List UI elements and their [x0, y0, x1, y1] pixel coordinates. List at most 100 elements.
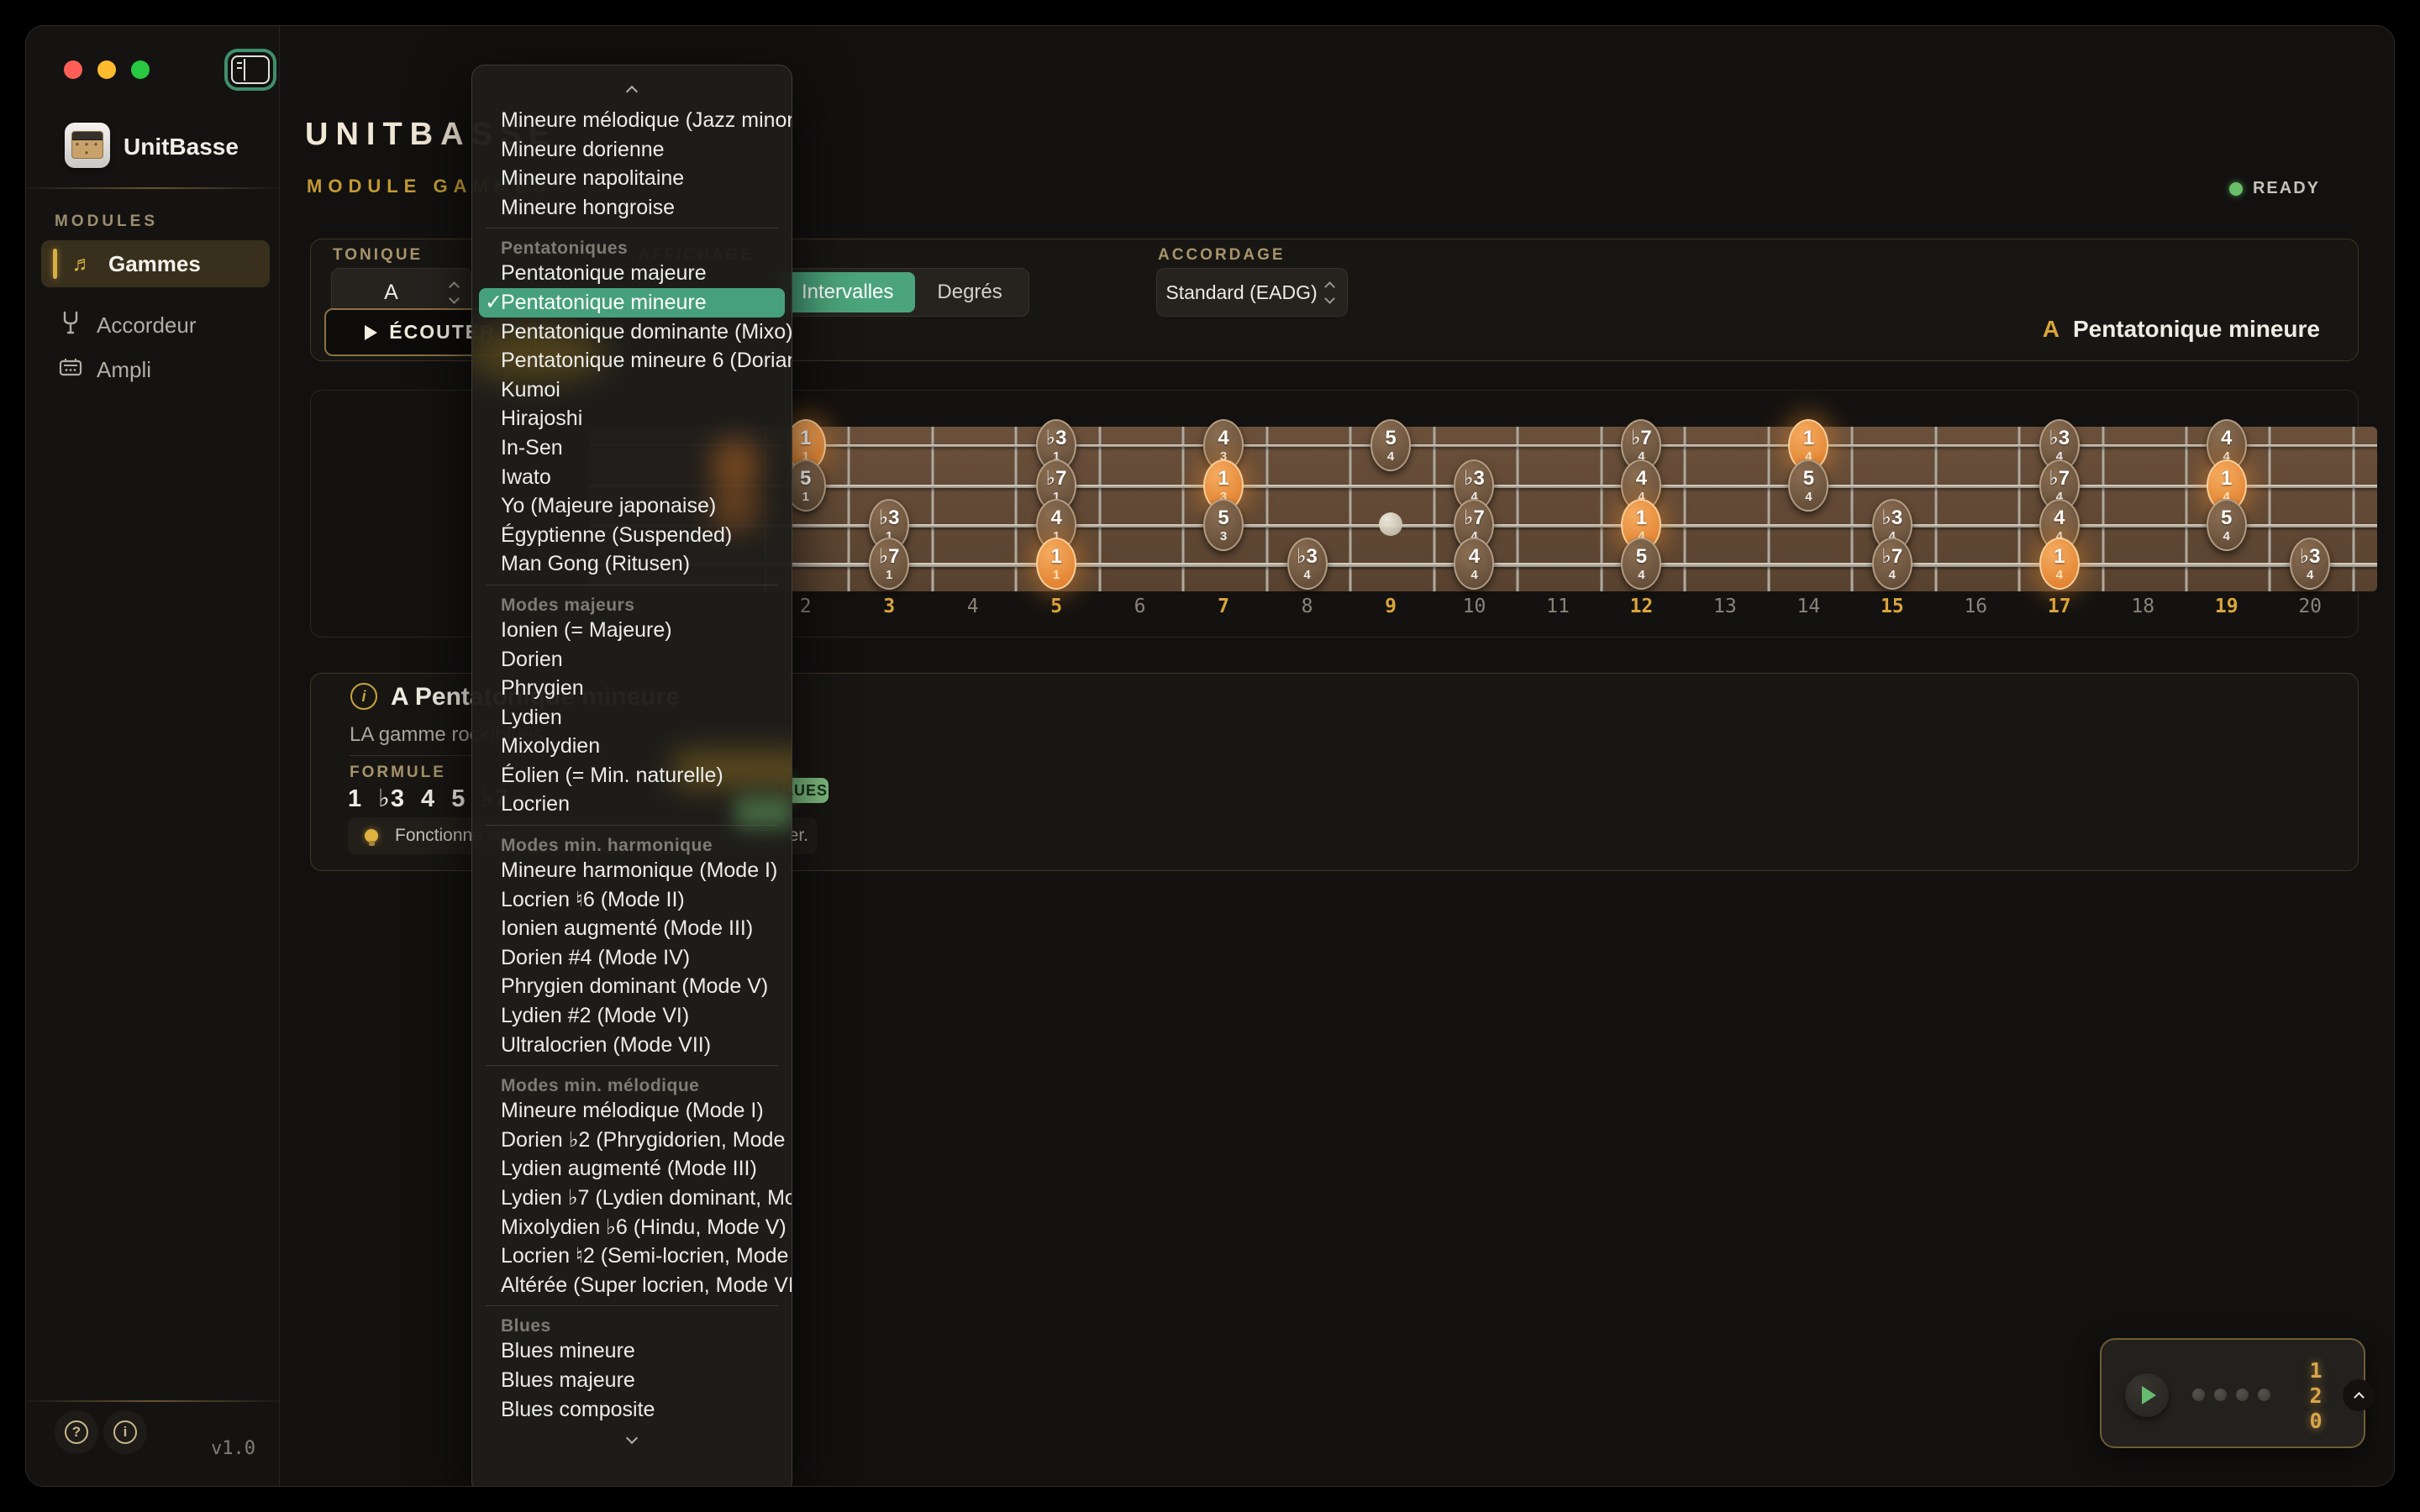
menu-item[interactable]: Mineure napolitaine [472, 164, 792, 193]
tuning-fork-icon [56, 311, 85, 340]
menu-item[interactable]: Pentatonique mineure 6 (Dorian) [472, 346, 792, 375]
note-interval: 4 [1050, 507, 1061, 529]
updown-chevron-icon [1326, 283, 1334, 302]
menu-item[interactable]: Yo (Majeure japonaise) [472, 491, 792, 521]
menu-divider [486, 825, 778, 826]
sidebar-item-accordeur[interactable]: Accordeur [41, 302, 270, 349]
menu-item[interactable]: Lydien augmenté (Mode III) [472, 1154, 792, 1184]
menu-item[interactable]: Mixolydien [472, 732, 792, 761]
fret-number: 12 [1599, 596, 1683, 617]
note-interval: ♭7 [1631, 428, 1652, 449]
menu-item[interactable]: Blues composite [472, 1395, 792, 1425]
note-marker[interactable]: ♭34 [2290, 538, 2330, 590]
note-interval: 5 [1636, 546, 1647, 568]
menu-divider [486, 1305, 778, 1306]
menu-item[interactable]: Locrien ♮6 (Mode II) [472, 885, 792, 915]
note-marker[interactable]: 53 [1203, 499, 1244, 551]
note-interval: 5 [2221, 507, 2232, 529]
sidebar-item-ampli[interactable]: Ampli [41, 346, 270, 393]
note-interval: 5 [1803, 468, 1814, 490]
note-interval: ♭3 [1882, 507, 1903, 529]
note-finger: 4 [2223, 529, 2230, 543]
beat-dot [2258, 1389, 2270, 1401]
menu-item[interactable]: Hirajoshi [472, 404, 792, 433]
menu-item[interactable]: Locrien ♮2 (Semi-locrien, Mode VI) [472, 1242, 792, 1271]
menu-item[interactable]: Locrien [472, 790, 792, 819]
menu-item[interactable]: Mineure mélodique (Mode I) [472, 1096, 792, 1126]
menu-item[interactable]: Altérée (Super locrien, Mode VII) [472, 1271, 792, 1300]
menu-item[interactable]: Dorien #4 (Mode IV) [472, 943, 792, 973]
note-interval: ♭3 [2300, 546, 2321, 568]
note-marker[interactable]: 54 [1370, 419, 1411, 471]
menu-item[interactable]: Dorien ♭2 (Phrygidorien, Mode II) [472, 1126, 792, 1155]
fret-number: 6 [1098, 596, 1182, 617]
checkmark-icon: ✓ [485, 288, 502, 318]
menu-item[interactable]: Iwato [472, 463, 792, 492]
note-marker-root[interactable]: 14 [2039, 538, 2080, 590]
minimize-button[interactable] [97, 60, 116, 79]
bpm-readout[interactable]: 120 [2302, 1358, 2330, 1434]
close-button[interactable] [64, 60, 82, 79]
note-marker-root[interactable]: 11 [1036, 538, 1076, 590]
music-notes-icon: ♬ [68, 252, 97, 276]
menu-item[interactable]: Ionien (= Majeure) [472, 616, 792, 645]
beat-dot [2236, 1389, 2249, 1401]
tonique-value: A [332, 281, 450, 305]
tonique-label: TONIQUE [333, 246, 423, 265]
note-interval: 1 [1050, 546, 1061, 568]
note-finger: 1 [1053, 568, 1060, 582]
menu-item[interactable]: Lydien #2 (Mode VI) [472, 1001, 792, 1031]
info-icon: i [113, 1420, 137, 1444]
play-button[interactable] [2125, 1373, 2169, 1417]
menu-item[interactable]: Pentatonique majeure [472, 259, 792, 288]
menu-item[interactable]: Blues mineure [472, 1336, 792, 1366]
note-interval: 4 [1218, 428, 1228, 449]
accordage-select[interactable]: Standard (EADG) [1156, 268, 1348, 317]
sidebar-toggle-icon[interactable] [231, 55, 270, 84]
note-marker[interactable]: ♭74 [1872, 538, 1912, 590]
zoom-button[interactable] [131, 60, 150, 79]
menu-item[interactable]: Dorien [472, 645, 792, 675]
menu-item[interactable]: Égyptienne (Suspended) [472, 521, 792, 550]
scroll-down-indicator[interactable] [472, 1424, 792, 1452]
menu-section-label: Blues [472, 1316, 792, 1336]
menu-item[interactable]: Man Gong (Ritusen) [472, 549, 792, 579]
menu-item[interactable]: Ionien augmenté (Mode III) [472, 914, 792, 943]
menu-item[interactable]: Mineure hongroise [472, 193, 792, 223]
sidebar-item-gammes[interactable]: ♬ Gammes [41, 240, 270, 287]
toggle-degres[interactable]: Degrés [915, 281, 1023, 304]
menu-item[interactable]: Phrygien dominant (Mode V) [472, 972, 792, 1001]
note-marker[interactable]: ♭71 [869, 538, 909, 590]
menu-item[interactable]: Mineure harmonique (Mode I) [472, 856, 792, 885]
menu-item[interactable]: Mixolydien ♭6 (Hindu, Mode V) [472, 1213, 792, 1242]
menu-item[interactable]: Lydien [472, 703, 792, 732]
fret-number: 5 [1014, 596, 1098, 617]
bpm-digit: 2 [2302, 1383, 2330, 1409]
toggle-intervalles[interactable]: Intervalles [780, 272, 915, 312]
menu-item[interactable]: Blues majeure [472, 1366, 792, 1395]
expand-button[interactable] [2343, 1379, 2375, 1411]
note-finger: 4 [1889, 568, 1896, 582]
menu-item[interactable]: Ultralocrien (Mode VII) [472, 1031, 792, 1060]
about-button[interactable]: i [103, 1410, 147, 1454]
menu-item[interactable]: Phrygien [472, 674, 792, 703]
menu-item[interactable]: ✓Pentatonique mineure [479, 288, 785, 318]
note-marker[interactable]: 54 [2207, 499, 2247, 551]
menu-item[interactable]: In-Sen [472, 433, 792, 463]
note-marker[interactable]: ♭34 [1287, 538, 1328, 590]
accordage-label: ACCORDAGE [1158, 246, 1286, 265]
menu-item[interactable]: Lydien ♭7 (Lydien dominant, Mode IV) [472, 1184, 792, 1213]
menu-item[interactable]: Mineure dorienne [472, 135, 792, 165]
menu-item[interactable]: Pentatonique dominante (Mixo) [472, 318, 792, 347]
scroll-up-indicator[interactable] [472, 77, 792, 106]
scale-dropdown-menu: Mineure mélodique (Jazz minor)Mineure do… [471, 65, 792, 1487]
menu-item[interactable]: Éolien (= Min. naturelle) [472, 761, 792, 790]
note-interval: ♭3 [2049, 428, 2070, 449]
menu-item[interactable]: Mineure mélodique (Jazz minor) [472, 106, 792, 135]
note-interval: 1 [1803, 428, 1814, 449]
help-button[interactable]: ? [55, 1410, 98, 1454]
sidebar-divider [26, 1400, 280, 1402]
menu-item[interactable]: Kumoi [472, 375, 792, 405]
note-finger: 4 [1387, 449, 1394, 464]
sidebar-divider [26, 187, 280, 189]
